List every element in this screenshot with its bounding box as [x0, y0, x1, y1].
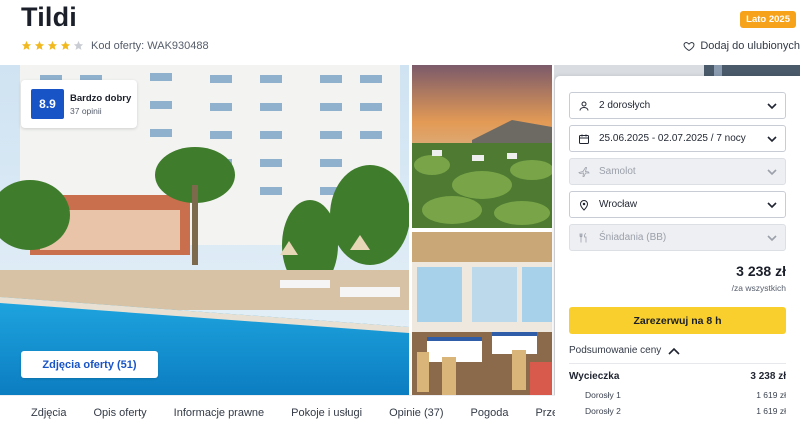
offer-code: Kod oferty: WAK930488	[91, 40, 209, 52]
hotel-title: Tildi	[21, 2, 78, 32]
rating-score: 8.9	[31, 89, 64, 119]
total-price: 3 238 zł	[736, 263, 786, 279]
price-summary-label: Podsumowanie ceny	[569, 345, 662, 356]
tab-before-trip[interactable]: Przed	[535, 407, 555, 419]
plane-icon	[578, 166, 590, 177]
summary-adult-value: 1 619 zł	[756, 406, 786, 416]
summary-trip-label: Wycieczka	[569, 371, 620, 382]
chevron-down-icon	[767, 235, 777, 242]
location-pin-icon	[579, 199, 589, 211]
star-icon	[21, 40, 32, 50]
departure-value: Wrocław	[599, 199, 638, 210]
tab-legal-info[interactable]: Informacje prawne	[174, 407, 265, 419]
rating-count: 37 opinii	[70, 105, 102, 116]
offer-photos-button[interactable]: Zdjęcia oferty (51)	[21, 351, 158, 378]
main-hotel-photo[interactable]: 8.9 Bardzo dobry 37 opinii Zdjęcia ofert…	[0, 65, 409, 395]
chevron-down-icon	[767, 103, 777, 110]
transport-select[interactable]: Samolot	[569, 158, 786, 185]
summary-adult-row: Dorosły 1 1 619 zł	[569, 390, 786, 400]
price-note: /za wszystkich	[731, 283, 786, 293]
landscape-photo[interactable]	[412, 65, 552, 228]
summary-adult-row: Dorosły 2 1 619 zł	[569, 406, 786, 416]
star-rating	[21, 40, 84, 51]
board-select[interactable]: Śniadania (BB)	[569, 224, 786, 251]
transport-value: Samolot	[599, 166, 636, 177]
restaurant-photo[interactable]	[412, 232, 552, 395]
booking-panel: 2 dorosłych 25.06.2025 - 02.07.2025 / 7 …	[555, 76, 800, 429]
chevron-down-icon	[767, 169, 777, 176]
summary-adult-label: Dorosły 2	[585, 406, 621, 416]
star-icon	[73, 40, 84, 50]
dates-select[interactable]: 25.06.2025 - 02.07.2025 / 7 nocy	[569, 125, 786, 152]
section-tabs: Zdjęcia Opis oferty Informacje prawne Po…	[0, 395, 555, 429]
summary-trip-value: 3 238 zł	[750, 371, 786, 382]
price-summary-toggle[interactable]: Podsumowanie ceny	[569, 345, 680, 356]
calendar-icon	[579, 134, 589, 144]
chevron-up-icon	[668, 347, 680, 355]
departure-select[interactable]: Wrocław	[569, 191, 786, 218]
summary-adult-label: Dorosły 1	[585, 390, 621, 400]
board-value: Śniadania (BB)	[599, 232, 667, 243]
travellers-select[interactable]: 2 dorosłych	[569, 92, 786, 119]
tab-reviews[interactable]: Opinie (37)	[389, 407, 443, 419]
rating-card[interactable]: 8.9 Bardzo dobry 37 opinii	[21, 80, 137, 128]
summary-trip-row: Wycieczka 3 238 zł	[569, 371, 786, 382]
tab-rooms-services[interactable]: Pokoje i usługi	[291, 407, 362, 419]
star-icon	[60, 40, 71, 50]
heart-icon	[683, 41, 695, 52]
star-icon	[47, 40, 58, 50]
dates-value: 25.06.2025 - 02.07.2025 / 7 nocy	[599, 133, 746, 144]
book-button[interactable]: Zarezerwuj na 8 h	[569, 307, 786, 334]
summary-adult-value: 1 619 zł	[756, 390, 786, 400]
tab-photos[interactable]: Zdjęcia	[31, 407, 66, 419]
travellers-value: 2 dorosłych	[599, 100, 651, 111]
add-to-favorites-button[interactable]: Dodaj do ulubionych	[683, 40, 800, 52]
tab-description[interactable]: Opis oferty	[93, 407, 146, 419]
chevron-down-icon	[767, 136, 777, 143]
fork-knife-icon	[579, 232, 587, 242]
add-to-favorites-label: Dodaj do ulubionych	[700, 40, 800, 52]
tab-weather[interactable]: Pogoda	[471, 407, 509, 419]
season-badge: Lato 2025	[740, 11, 796, 28]
star-icon	[34, 40, 45, 50]
divider	[569, 363, 786, 364]
user-icon	[579, 101, 589, 111]
rating-label: Bardzo dobry	[70, 92, 132, 104]
chevron-down-icon	[767, 202, 777, 209]
